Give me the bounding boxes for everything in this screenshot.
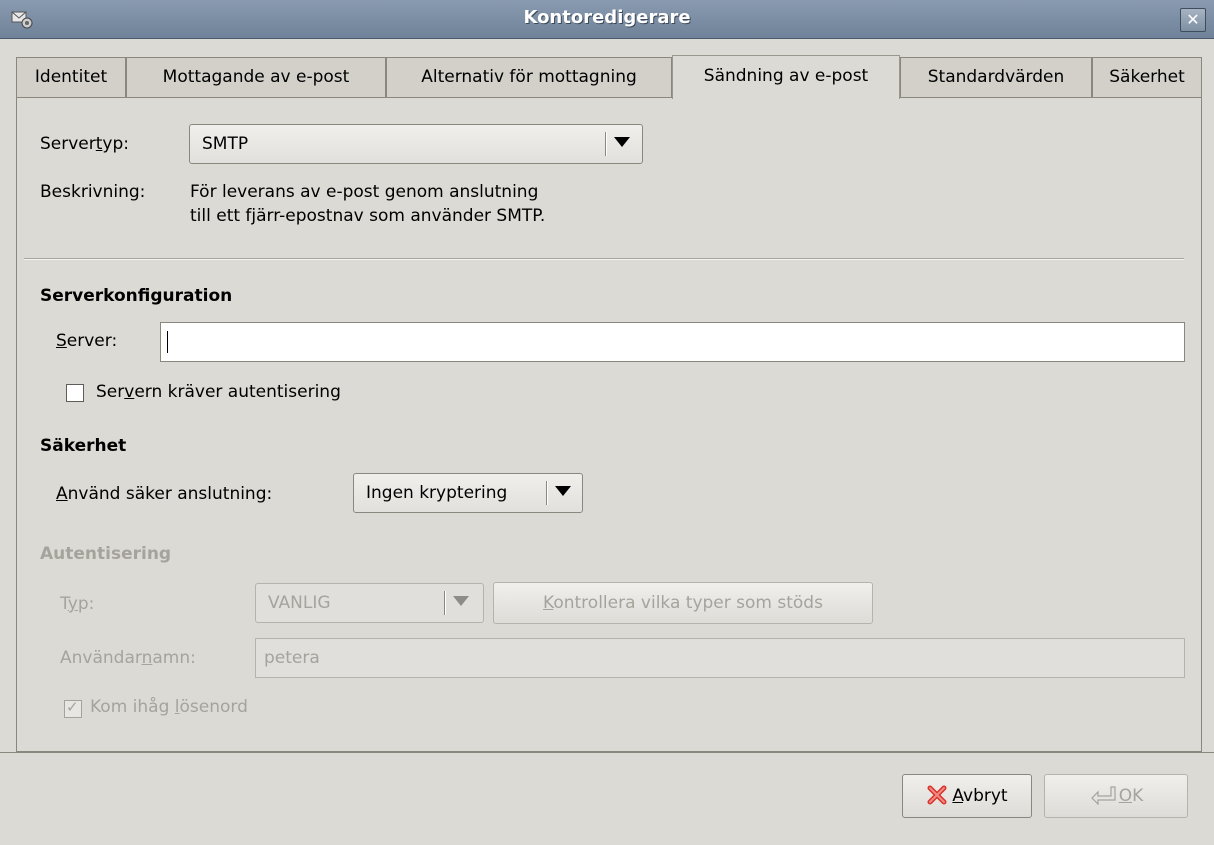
description-line-1: För leverans av e-post genom anslutning [190,182,539,202]
tab-identitet[interactable]: Identitet [16,57,126,97]
auth-type-value: VANLIG [268,593,331,613]
return-arrow-icon [1090,786,1116,806]
chevron-down-icon [555,486,571,496]
title-bar: Kontoredigerare ✕ [0,0,1214,39]
server-label: Server: [56,331,118,351]
tab-sakerhet[interactable]: Säkerhet [1092,57,1202,97]
cancel-icon [927,785,947,805]
remember-password-checkbox[interactable]: ✓ [64,698,82,718]
secure-connection-label: Använd säker anslutning: [56,484,273,504]
auth-type-label: Typ: [60,594,95,614]
server-input[interactable] [160,322,1185,362]
description-label: Beskrivning: [40,182,146,202]
server-auth-label[interactable]: Servern kräver autentisering [96,382,341,402]
server-auth-checkbox[interactable] [66,384,84,402]
remember-password-label[interactable]: Kom ihåg lösenord [90,697,248,717]
server-type-value: SMTP [202,134,249,154]
description-line-2: till ett fjärr-epostnav som använder SMT… [190,206,546,226]
tab-alternativ[interactable]: Alternativ för mottagning [386,57,672,97]
tab-label: Alternativ för mottagning [421,67,637,87]
server-type-label: Servertyp: [40,134,130,154]
tab-label: Sändning av e-post [703,66,869,86]
secure-connection-value: Ingen kryptering [366,483,508,503]
tab-mottagande[interactable]: Mottagande av e-post [126,57,386,97]
tab-label: Identitet [34,67,108,87]
username-input[interactable]: petera [255,638,1185,678]
close-window-button[interactable]: ✕ [1180,8,1206,32]
tab-label: Säkerhet [1109,67,1185,87]
tab-label: Standardvärden [927,67,1065,87]
cancel-button[interactable]: Avbryt [902,774,1032,818]
check-supported-types-button[interactable]: Kontrollera vilka typer som stöds [493,582,873,624]
secure-connection-combo[interactable]: Ingen kryptering [353,473,583,513]
ok-button[interactable]: OK [1044,774,1188,818]
close-icon: ✕ [1186,10,1200,29]
server-type-combo[interactable]: SMTP [189,124,643,164]
authentication-heading: Autentisering [40,544,172,564]
tab-bar: Identitet Mottagande av e-post Alternati… [16,55,1202,99]
chevron-down-icon [453,596,469,606]
server-config-heading: Serverkonfiguration [40,286,233,306]
checkmark-icon: ✓ [66,698,79,716]
chevron-down-icon [614,137,630,147]
window-title: Kontoredigerare [523,7,691,28]
auth-type-combo[interactable]: VANLIG [255,583,484,623]
username-label: Användarnamn: [60,648,196,668]
divider [24,258,1184,260]
text-caret [167,331,168,353]
divider [0,752,1214,753]
tab-standardvarden[interactable]: Standardvärden [900,57,1092,97]
tab-label: Mottagande av e-post [162,67,350,87]
security-heading: Säkerhet [40,436,127,456]
tab-sandning[interactable]: Sändning av e-post [672,55,900,99]
